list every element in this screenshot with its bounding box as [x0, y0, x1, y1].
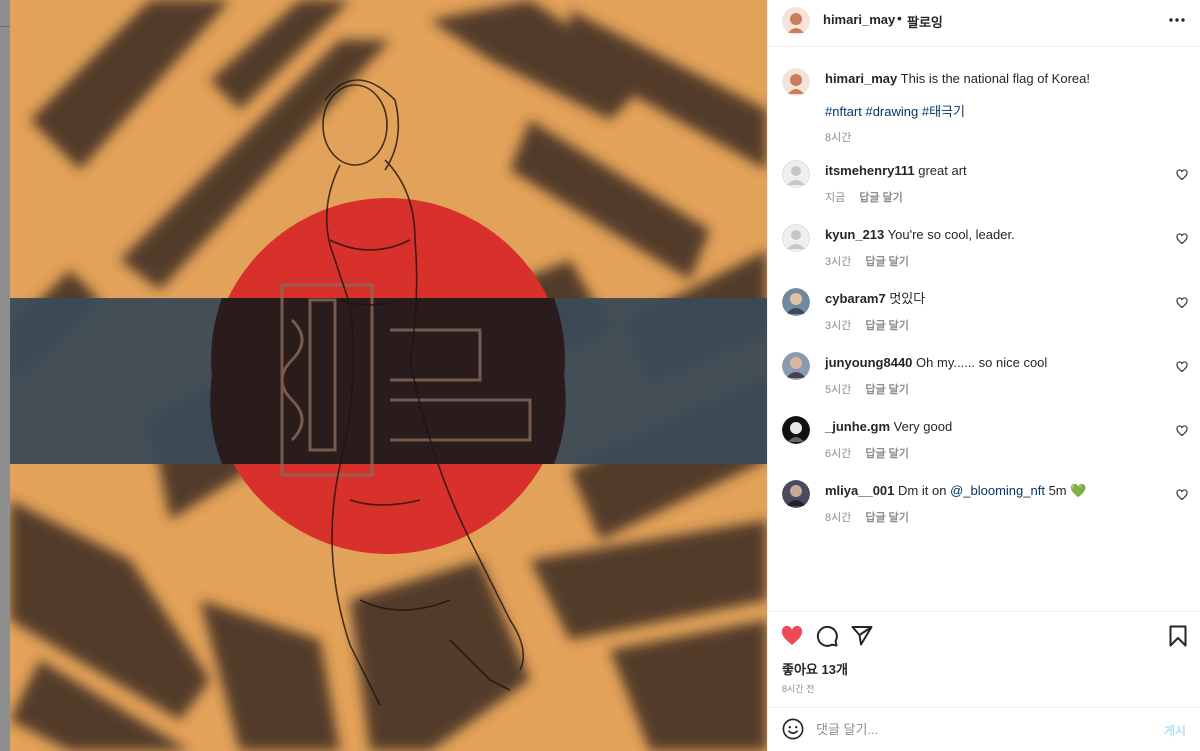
caption-body: This is the national flag of Korea!	[900, 71, 1090, 86]
likes-count[interactable]: 좋아요 13개	[782, 659, 848, 678]
separator-dot: •	[897, 10, 902, 26]
comment-text: _junhe.gm Very good	[825, 418, 952, 436]
comment-time: 6시간	[825, 448, 852, 460]
post-header: himari_may • 팔로잉	[768, 0, 1200, 47]
comment-meta: 지금 답글 달기	[825, 189, 903, 205]
like-icon[interactable]	[1176, 168, 1188, 181]
action-bar: 좋아요 13개 8시간 전	[768, 611, 1200, 707]
comment-meta: 3시간 답글 달기	[825, 317, 909, 333]
author-avatar[interactable]	[782, 7, 810, 35]
caption-username[interactable]: himari_may	[825, 71, 897, 86]
caption-time: 8시간	[825, 132, 852, 144]
edge-tick	[0, 26, 10, 27]
more-icon[interactable]	[1168, 10, 1186, 30]
comment-username[interactable]: kyun_213	[825, 227, 884, 242]
like-icon[interactable]	[1176, 424, 1188, 437]
comment-meta: 8시간 답글 달기	[825, 509, 909, 525]
comment-text: junyoung8440 Oh my...... so nice cool	[825, 354, 1047, 372]
reply-button[interactable]: 답글 달기	[865, 448, 909, 460]
comment-meta: 5시간 답글 달기	[825, 381, 909, 397]
share-icon[interactable]	[850, 624, 874, 648]
posted-time: 8시간 전	[782, 684, 815, 694]
comment-time: 지금	[825, 192, 846, 204]
comment-username[interactable]: mliya__001	[825, 483, 894, 498]
comments-list: himari_may This is the national flag of …	[768, 48, 1200, 611]
comment-body: Oh my...... so nice cool	[916, 355, 1048, 370]
caption-hashtags[interactable]: #nftart #drawing #태극기	[825, 101, 965, 120]
comment-composer: 게시	[768, 707, 1200, 751]
post-comment-button[interactable]: 게시	[1164, 722, 1186, 739]
reply-button[interactable]: 답글 달기	[865, 512, 909, 524]
comment-text: cybaram7 멋있다	[825, 290, 925, 308]
comment-time: 3시간	[825, 320, 852, 332]
like-icon[interactable]	[1176, 488, 1188, 501]
comment-body: 멋있다	[889, 291, 926, 306]
like-icon[interactable]	[1176, 232, 1188, 245]
comment-meta: 6시간 답글 달기	[825, 445, 909, 461]
commenter-avatar[interactable]	[782, 352, 810, 380]
comment-meta: 3시간 답글 달기	[825, 253, 909, 269]
commenter-avatar[interactable]	[782, 288, 810, 316]
window-left-edge	[0, 0, 10, 751]
artwork	[10, 0, 767, 751]
comment-input[interactable]	[816, 719, 1146, 739]
comment-time: 5시간	[825, 384, 852, 396]
commenter-avatar[interactable]	[782, 416, 810, 444]
comment-text: itsmehenry111 great art	[825, 162, 967, 180]
reply-button[interactable]: 답글 달기	[859, 192, 903, 204]
bookmark-icon[interactable]	[1166, 624, 1190, 648]
commenter-avatar[interactable]	[782, 160, 810, 188]
reply-button[interactable]: 답글 달기	[865, 384, 909, 396]
comment-suffix: 5m 💚	[1048, 483, 1087, 498]
emoji-icon[interactable]	[782, 718, 804, 740]
comment-username[interactable]: _junhe.gm	[825, 419, 890, 434]
comment-body: Very good	[893, 419, 953, 434]
comment-text: kyun_213 You're so cool, leader.	[825, 226, 1015, 244]
post-image[interactable]	[10, 0, 767, 751]
reply-button[interactable]: 답글 달기	[865, 320, 909, 332]
heart-filled-icon[interactable]	[780, 624, 804, 648]
like-icon[interactable]	[1176, 360, 1188, 373]
comment-body: great art	[918, 163, 967, 178]
comment-time: 3시간	[825, 256, 852, 268]
comment-body: You're so cool, leader.	[887, 227, 1015, 242]
comment-text: mliya__001 Dm it on @_blooming_nft 5m 💚	[825, 482, 1086, 500]
comment-icon[interactable]	[815, 624, 839, 648]
author-avatar[interactable]	[782, 68, 810, 96]
comment-username[interactable]: cybaram7	[825, 291, 886, 306]
post-details-panel: himari_may • 팔로잉 himari_may This is the …	[767, 0, 1200, 751]
comment-time: 8시간	[825, 512, 852, 524]
following-button[interactable]: 팔로잉	[907, 12, 943, 31]
comment-username[interactable]: itsmehenry111	[825, 163, 915, 178]
author-username[interactable]: himari_may	[823, 12, 895, 27]
commenter-avatar[interactable]	[782, 224, 810, 252]
commenter-avatar[interactable]	[782, 480, 810, 508]
comment-username[interactable]: junyoung8440	[825, 355, 912, 370]
comment-body: Dm it on	[898, 483, 947, 498]
reply-button[interactable]: 답글 달기	[865, 256, 909, 268]
like-icon[interactable]	[1176, 296, 1188, 309]
comment-mention[interactable]: @_blooming_nft	[950, 483, 1045, 498]
caption-text: himari_may This is the national flag of …	[825, 70, 1090, 88]
